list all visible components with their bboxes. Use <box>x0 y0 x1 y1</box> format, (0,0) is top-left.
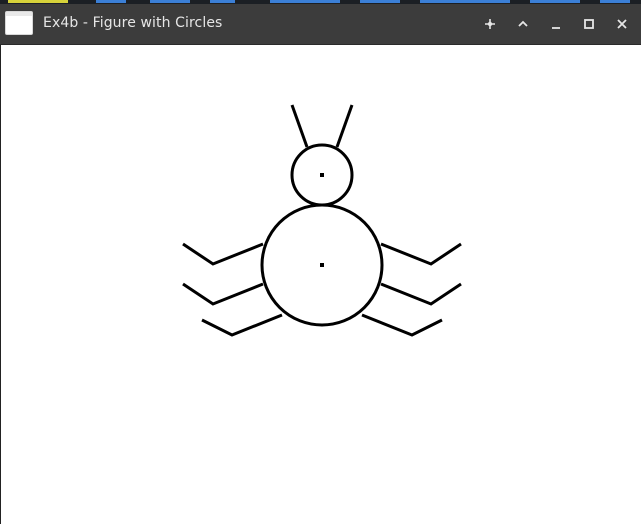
close-icon <box>617 19 627 29</box>
window-app-icon[interactable] <box>5 11 33 35</box>
right-leg-upper <box>380 242 462 266</box>
right-leg-middle <box>380 282 462 306</box>
keep-above-button[interactable] <box>479 13 501 35</box>
crosshair-plus-icon <box>485 19 495 29</box>
window-title: Ex4b - Figure with Circles <box>43 15 223 31</box>
drawing-canvas[interactable] <box>0 45 641 524</box>
right-antenna <box>335 104 354 148</box>
maximize-icon <box>584 19 594 29</box>
left-leg-lower <box>201 313 283 337</box>
shade-button[interactable] <box>512 13 534 35</box>
minimize-button[interactable] <box>545 13 567 35</box>
minimize-icon <box>552 27 560 29</box>
maximize-button[interactable] <box>578 13 600 35</box>
body-center-dot <box>320 263 324 267</box>
title-bar[interactable]: Ex4b - Figure with Circles <box>0 4 641 45</box>
close-button[interactable] <box>611 13 633 35</box>
left-antenna <box>290 104 309 148</box>
left-leg-middle <box>182 282 264 306</box>
right-leg-lower <box>361 313 443 337</box>
chevron-up-icon <box>518 20 528 27</box>
head-center-dot <box>320 173 324 177</box>
left-leg-upper <box>182 242 264 266</box>
figure-drawing <box>182 104 462 337</box>
application-window: Ex4b - Figure with Circles <box>0 0 641 524</box>
